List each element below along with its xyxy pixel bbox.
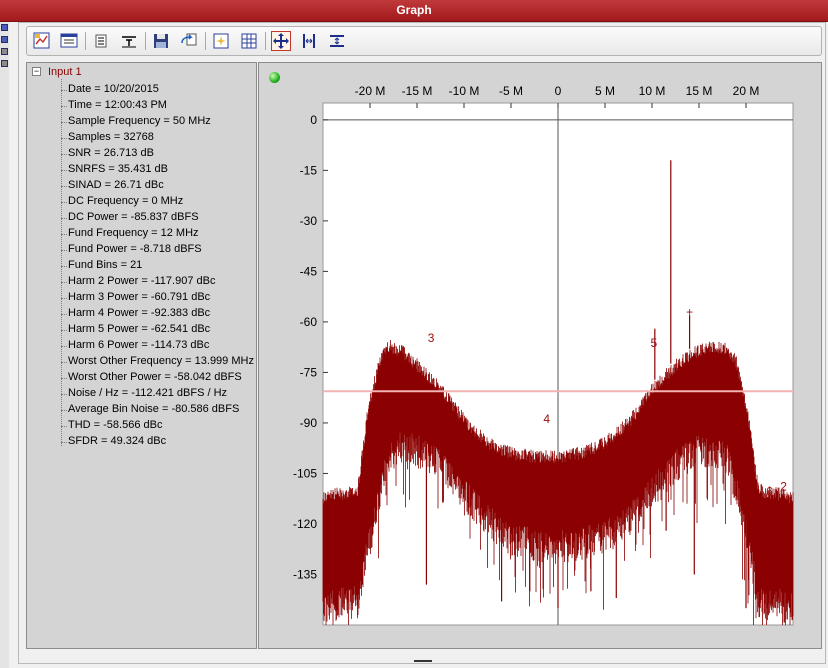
harmonic-label: 2 [780, 479, 787, 493]
harmonic-label: 3 [428, 331, 435, 345]
harmonic-label: 6 [766, 484, 773, 498]
peak-marker[interactable]: + [686, 305, 693, 319]
x-tick-label: 15 M [686, 84, 713, 98]
y-tick-label: -15 [300, 163, 318, 177]
x-tick-label: 5 M [595, 84, 615, 98]
harmonic-label: 4 [543, 412, 550, 426]
y-tick-label: 0 [310, 113, 317, 127]
y-tick-label: -30 [300, 214, 318, 228]
harmonic-label: 5 [651, 336, 658, 350]
y-tick-label: -105 [293, 466, 317, 480]
y-tick-label: -90 [300, 416, 318, 430]
y-tick-label: -120 [293, 517, 317, 531]
x-tick-label: -20 M [355, 84, 386, 98]
y-tick-label: -135 [293, 567, 317, 581]
resize-grip-icon[interactable] [414, 660, 432, 662]
x-tick-label: 20 M [733, 84, 760, 98]
spectrum-plot[interactable]: -20 M -15 M -10 M -5 M 0 5 M 10 M 15 M 20 M 0 -15 -… [0, 0, 828, 668]
x-tick-label: 0 [555, 84, 562, 98]
y-tick-label: -60 [300, 315, 318, 329]
y-tick-label: -45 [300, 264, 318, 278]
x-tick-label: -10 M [449, 84, 480, 98]
y-tick-label: -75 [300, 365, 318, 379]
x-tick-label: -5 M [499, 84, 523, 98]
x-tick-label: 10 M [639, 84, 666, 98]
x-tick-label: -15 M [402, 84, 433, 98]
